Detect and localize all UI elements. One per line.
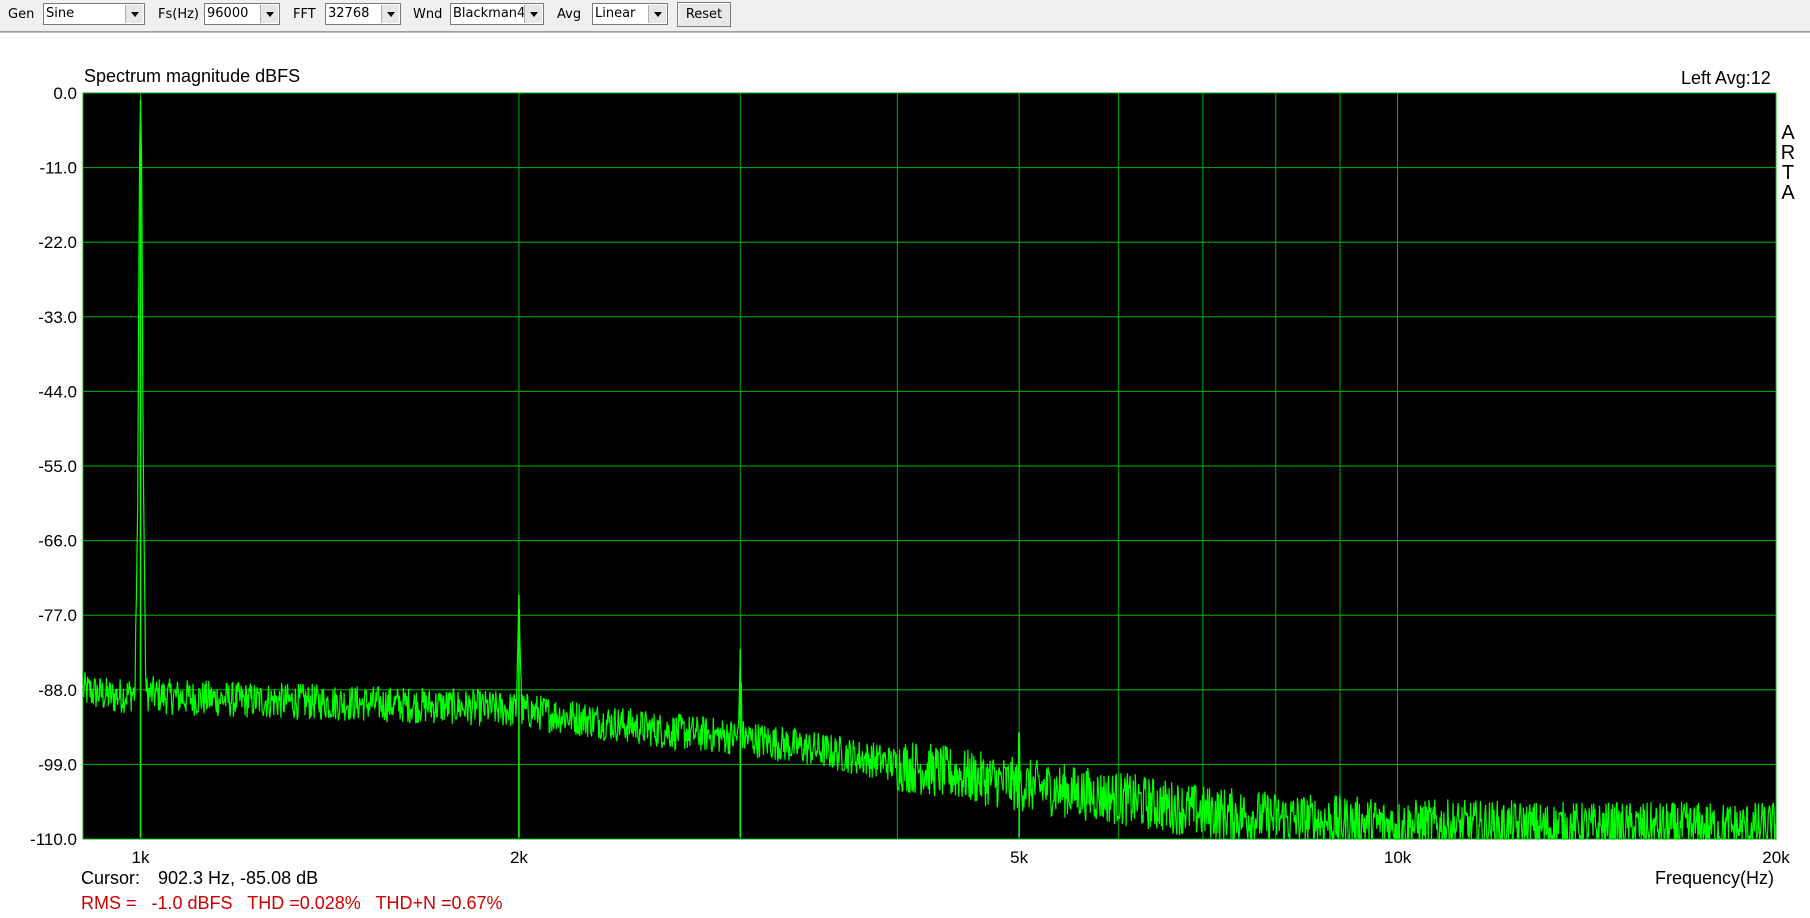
x-tick-label: 20k xyxy=(1762,848,1790,867)
chevron-down-icon[interactable] xyxy=(381,5,399,23)
arta-letter: T xyxy=(1781,162,1795,184)
chevron-down-icon[interactable] xyxy=(524,5,542,23)
x-tick-label: 5k xyxy=(1010,848,1028,867)
x-tick-label: 2k xyxy=(510,848,528,867)
spectrum-plot[interactable]: 0.0 -11.0 -22.0 -33.0 -44.0 -55.0 -66.0 -77.0 -8… xyxy=(0,33,1810,918)
y-tick-label: -66.0 xyxy=(38,532,77,551)
measurement-stats: RMS = -1.0 dBFS THD =0.028% THD+N =0.67% xyxy=(81,893,503,913)
arta-letter: R xyxy=(1780,142,1796,164)
toolbar: Gen Sine Fs(Hz) 96000 FFT 32768 Wnd Blac… xyxy=(0,0,1810,32)
fft-label: FFT xyxy=(293,7,316,22)
chevron-down-icon[interactable] xyxy=(260,5,278,23)
x-tick-labels: 1k 2k 5k 10k 20k xyxy=(132,848,1791,867)
wnd-select-value: Blackman4 xyxy=(453,6,526,21)
y-tick-label: -44.0 xyxy=(38,382,77,401)
y-tick-label: -33.0 xyxy=(38,308,77,327)
gen-select-value: Sine xyxy=(46,6,75,21)
fs-select[interactable]: 96000 xyxy=(204,3,280,25)
arta-letter: A xyxy=(1781,182,1795,204)
y-tick-label: -22.0 xyxy=(38,233,77,252)
fft-select-value: 32768 xyxy=(328,6,370,21)
y-tick-label: 0.0 xyxy=(53,84,77,103)
fft-select[interactable]: 32768 xyxy=(325,3,401,25)
fs-label: Fs(Hz) xyxy=(158,7,199,22)
gen-label: Gen xyxy=(8,7,35,22)
reset-button[interactable]: Reset xyxy=(677,2,731,27)
x-tick-label: 10k xyxy=(1384,848,1412,867)
spectrum-chart-area: Spectrum magnitude dBFS Left Avg:12 0.0-… xyxy=(0,32,1810,917)
wnd-select[interactable]: Blackman4 xyxy=(450,3,544,25)
y-tick-label: -110.0 xyxy=(30,830,77,849)
avg-select[interactable]: Linear xyxy=(592,3,668,25)
fs-select-value: 96000 xyxy=(207,6,249,21)
avg-select-value: Linear xyxy=(595,6,636,21)
arta-letter: A xyxy=(1781,122,1795,144)
x-axis-label: Frequency(Hz) xyxy=(1655,868,1775,888)
chevron-down-icon[interactable] xyxy=(648,5,666,23)
cursor-readout: 902.3 Hz, -85.08 dB xyxy=(158,868,319,888)
y-tick-label: -55.0 xyxy=(38,457,77,476)
chevron-down-icon[interactable] xyxy=(125,5,143,23)
y-tick-label: -99.0 xyxy=(38,755,77,774)
arta-side-logo: A R T A xyxy=(1778,123,1798,203)
avg-label: Avg xyxy=(557,7,582,22)
y-tick-label: -11.0 xyxy=(40,159,78,178)
y-tick-label: -88.0 xyxy=(38,681,77,700)
wnd-label: Wnd xyxy=(413,7,443,22)
x-tick-label: 1k xyxy=(132,848,150,867)
cursor-label: Cursor: xyxy=(81,868,141,888)
y-tick-labels: 0.0 -11.0 -22.0 -33.0 -44.0 -55.0 -66.0 -77.0 -8… xyxy=(30,84,77,849)
y-tick-label: -77.0 xyxy=(38,606,77,625)
gen-select[interactable]: Sine xyxy=(43,3,145,25)
